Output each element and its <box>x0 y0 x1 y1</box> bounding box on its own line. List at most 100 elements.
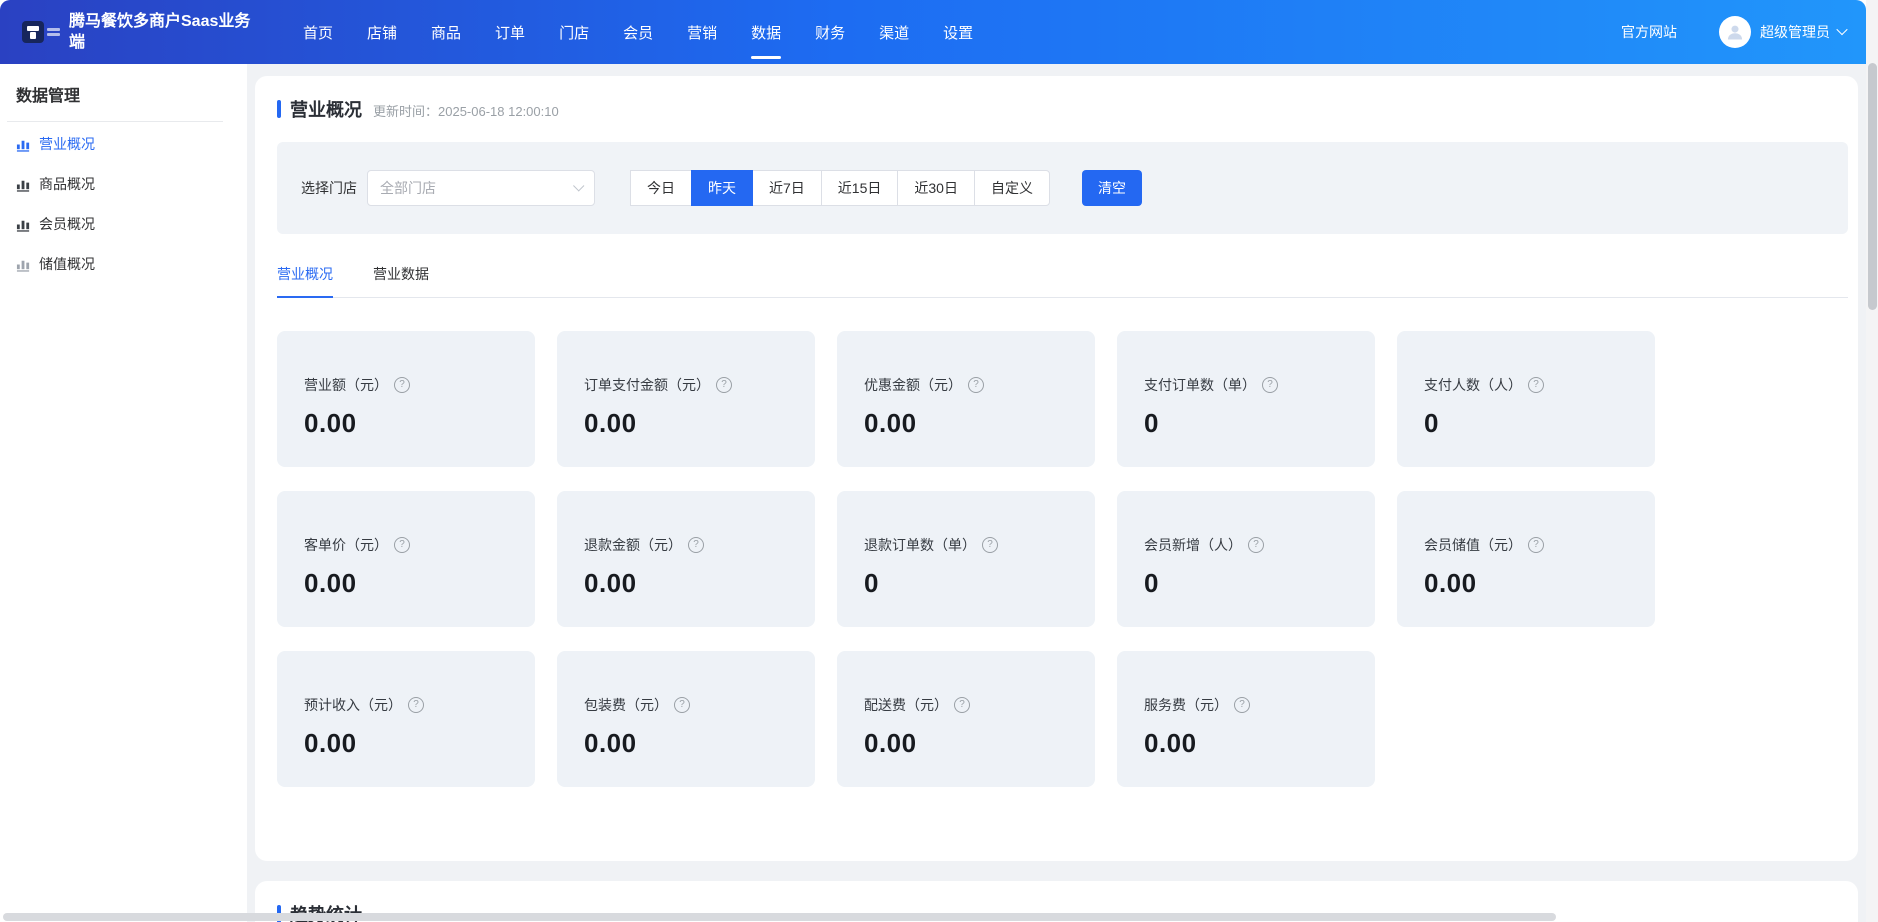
logo-icon <box>22 21 44 43</box>
store-select[interactable]: 全部门店 <box>367 170 595 206</box>
sidebar-item[interactable]: 营业概况 <box>16 124 247 164</box>
stat-card: 预计收入（元） ? 0.00 <box>277 651 535 787</box>
help-icon[interactable]: ? <box>394 537 410 553</box>
stat-card: 支付订单数（单） ? 0 <box>1117 331 1375 467</box>
main-nav-menu: 首页 店铺 商品 订单 门店 <box>303 0 973 64</box>
nav-menu-item-label: 数据 <box>751 22 781 43</box>
nav-menu-item[interactable]: 订单 <box>495 0 525 64</box>
stat-label-row: 会员储值（元） ? <box>1424 535 1639 555</box>
store-select-placeholder: 全部门店 <box>380 178 436 198</box>
help-icon[interactable]: ? <box>716 377 732 393</box>
date-range-button[interactable]: 今日 <box>630 170 692 206</box>
stat-value: 0.00 <box>304 568 519 599</box>
help-icon[interactable]: ? <box>968 377 984 393</box>
help-icon[interactable]: ? <box>982 537 998 553</box>
stat-label: 订单支付金额（元） <box>584 375 710 395</box>
help-icon[interactable]: ? <box>394 377 410 393</box>
stat-label-row: 退款金额（元） ? <box>584 535 799 555</box>
stat-card: 退款金额（元） ? 0.00 <box>557 491 815 627</box>
user-avatar[interactable] <box>1719 16 1751 48</box>
stat-label: 服务费（元） <box>1144 695 1228 715</box>
chevron-down-icon[interactable] <box>1836 23 1847 34</box>
stat-card-grid: 营业额（元） ? 0.00 订单支付金额（元） ? <box>277 331 1848 787</box>
stat-value: 0.00 <box>584 568 799 599</box>
help-icon[interactable]: ? <box>1248 537 1264 553</box>
stat-label: 客单价（元） <box>304 535 388 555</box>
stat-label-row: 会员新增（人） ? <box>1144 535 1359 555</box>
help-icon[interactable]: ? <box>674 697 690 713</box>
help-icon[interactable]: ? <box>1262 377 1278 393</box>
nav-menu-item[interactable]: 商品 <box>431 0 461 64</box>
stat-value: 0 <box>1144 408 1359 439</box>
stat-label: 优惠金额（元） <box>864 375 962 395</box>
bar-chart-icon <box>16 217 31 232</box>
nav-menu-item-label: 店铺 <box>367 22 397 43</box>
sidebar-item[interactable]: 商品概况 <box>16 164 247 204</box>
date-range-button[interactable]: 近7日 <box>752 170 822 206</box>
date-range-button[interactable]: 自定义 <box>974 170 1050 206</box>
stat-value: 0 <box>1144 568 1359 599</box>
section-title: 营业概况 <box>290 96 362 122</box>
date-range-label: 自定义 <box>991 178 1033 198</box>
filter-bar: 选择门店 全部门店 今日 <box>277 142 1848 234</box>
logo-micro-text <box>47 26 60 38</box>
date-range-button[interactable]: 近30日 <box>897 170 975 206</box>
date-range-label: 近15日 <box>838 178 882 198</box>
nav-menu-item-label: 设置 <box>943 22 973 43</box>
nav-menu-item[interactable]: 首页 <box>303 0 333 64</box>
stat-label-row: 订单支付金额（元） ? <box>584 375 799 395</box>
stat-label: 支付人数（人） <box>1424 375 1522 395</box>
nav-menu-item-label: 渠道 <box>879 22 909 43</box>
stat-label: 会员新增（人） <box>1144 535 1242 555</box>
nav-menu-item[interactable]: 财务 <box>815 0 845 64</box>
stat-label-row: 支付订单数（单） ? <box>1144 375 1359 395</box>
help-icon[interactable]: ? <box>1528 377 1544 393</box>
tab[interactable]: 营业概况 <box>277 264 333 298</box>
nav-menu-item[interactable]: 店铺 <box>367 0 397 64</box>
sidebar-divider <box>7 121 223 122</box>
nav-menu-item[interactable]: 门店 <box>559 0 589 64</box>
nav-menu-item[interactable]: 数据 <box>751 0 781 64</box>
tab[interactable]: 营业数据 <box>373 264 429 298</box>
nav-menu-item[interactable]: 会员 <box>623 0 653 64</box>
stat-label: 会员储值（元） <box>1424 535 1522 555</box>
help-icon[interactable]: ? <box>408 697 424 713</box>
nav-menu-item[interactable]: 营销 <box>687 0 717 64</box>
nav-menu-item[interactable]: 渠道 <box>879 0 909 64</box>
official-site-link[interactable]: 官方网站 <box>1621 22 1677 42</box>
overview-tabs: 营业概况 营业数据 <box>277 264 1848 298</box>
stat-card: 会员储值（元） ? 0.00 <box>1397 491 1655 627</box>
stat-label-row: 配送费（元） ? <box>864 695 1079 715</box>
section-header: 营业概况 更新时间：2025-06-18 12:00:10 <box>277 96 1848 122</box>
bar-chart-icon <box>16 137 31 152</box>
nav-menu-item-label: 门店 <box>559 22 589 43</box>
tab-label: 营业概况 <box>277 266 333 282</box>
help-icon[interactable]: ? <box>1528 537 1544 553</box>
clear-button[interactable]: 清空 <box>1082 170 1142 206</box>
nav-menu-item-label: 订单 <box>495 22 525 43</box>
stat-value: 0.00 <box>304 408 519 439</box>
stat-card: 包装费（元） ? 0.00 <box>557 651 815 787</box>
nav-menu-item[interactable]: 设置 <box>943 0 973 64</box>
stat-label-row: 支付人数（人） ? <box>1424 375 1639 395</box>
stat-label-row: 包装费（元） ? <box>584 695 799 715</box>
sidebar: 数据管理 营业概况 <box>0 64 247 922</box>
sidebar-item[interactable]: 储值概况 <box>16 244 247 284</box>
date-range-label: 近7日 <box>769 178 805 198</box>
date-range-button[interactable]: 昨天 <box>691 170 753 206</box>
nav-menu-item-label: 营销 <box>687 22 717 43</box>
help-icon[interactable]: ? <box>954 697 970 713</box>
horizontal-scrollbar-thumb[interactable] <box>3 913 1556 921</box>
user-name[interactable]: 超级管理员 <box>1760 22 1830 42</box>
date-range-label: 今日 <box>647 178 675 198</box>
sidebar-item[interactable]: 会员概况 <box>16 204 247 244</box>
stat-card: 会员新增（人） ? 0 <box>1117 491 1375 627</box>
stat-card: 优惠金额（元） ? 0.00 <box>837 331 1095 467</box>
stat-value: 0.00 <box>584 728 799 759</box>
date-range-button[interactable]: 近15日 <box>821 170 899 206</box>
sidebar-title: 数据管理 <box>16 82 247 106</box>
help-icon[interactable]: ? <box>1234 697 1250 713</box>
vertical-scrollbar-thumb[interactable] <box>1868 63 1877 310</box>
chevron-down-icon <box>573 180 584 191</box>
help-icon[interactable]: ? <box>688 537 704 553</box>
